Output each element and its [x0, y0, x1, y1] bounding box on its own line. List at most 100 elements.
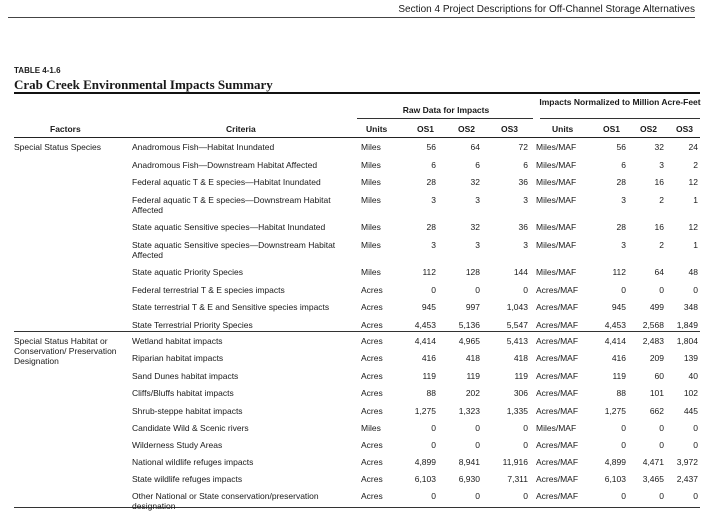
cell-os2: 997 [465, 302, 480, 312]
cell-norm-os1: 4,453 [604, 320, 626, 330]
factor-label: Special Status Species [14, 142, 101, 152]
cell-os2: 3 [475, 240, 480, 250]
cell-norm-os2: 3,465 [642, 474, 664, 484]
cell-os2: 5,136 [458, 320, 480, 330]
cell-os3: 72 [518, 142, 528, 152]
cell-norm-os2: 2,483 [642, 336, 664, 346]
cell-os2: 128 [465, 267, 480, 277]
cell-criteria: Cliffs/Bluffs habitat impacts [132, 388, 234, 398]
cell-norm-os1: 28 [616, 177, 626, 187]
cell-norm-os2: 662 [649, 406, 664, 416]
cell-norm-os2: 2 [659, 195, 664, 205]
cell-norm-os2: 4,471 [642, 457, 664, 467]
group-header-normalized: Impacts Normalized to Million Acre-Feet [539, 97, 701, 107]
cell-norm-os2: 3 [659, 160, 664, 170]
col-header-norm-os3: OS3 [676, 124, 694, 134]
cell-norm-os2: 209 [649, 353, 664, 363]
cell-os1: 0 [431, 440, 436, 450]
cell-norm-os3: 0 [693, 440, 698, 450]
cell-norm-units: Acres/MAF [536, 285, 579, 295]
cell-norm-os3: 2,437 [676, 474, 698, 484]
cell-norm-units: Acres/MAF [536, 474, 579, 484]
cell-os3: 11,916 [502, 457, 528, 467]
cell-norm-os3: 3,972 [676, 457, 698, 467]
cell-os3: 306 [513, 388, 528, 398]
col-header-factors: Factors [50, 124, 81, 134]
cell-os1: 28 [426, 177, 436, 187]
cell-os3: 0 [523, 491, 528, 501]
cell-os1: 56 [426, 142, 436, 152]
factor-label: Special Status Habitat or Conservation/ … [14, 336, 117, 366]
cell-units: Acres [361, 336, 383, 346]
cell-norm-units: Acres/MAF [536, 406, 579, 416]
cell-units: Acres [361, 474, 383, 484]
cell-norm-units: Miles/MAF [536, 267, 577, 277]
cell-units: Acres [361, 302, 383, 312]
cell-criteria: State wildlife refuges impacts [132, 474, 243, 484]
cell-units: Miles [361, 222, 381, 232]
cell-os3: 144 [513, 267, 528, 277]
cell-units: Miles [361, 177, 381, 187]
cell-os3: 3 [523, 195, 528, 205]
cell-os1: 112 [422, 267, 436, 277]
cell-norm-os3: 1 [693, 195, 698, 205]
cell-os1: 6 [431, 160, 436, 170]
cell-criteria: State aquatic Priority Species [132, 267, 244, 277]
title-rule [14, 92, 700, 94]
cell-norm-os2: 0 [659, 440, 664, 450]
cell-units: Acres [361, 388, 383, 398]
cell-os1: 88 [426, 388, 436, 398]
cell-norm-os2: 16 [654, 222, 664, 232]
cell-norm-os3: 348 [683, 302, 698, 312]
cell-os2: 64 [470, 142, 480, 152]
cell-norm-os3: 445 [683, 406, 698, 416]
cell-os1: 4,414 [414, 336, 436, 346]
cell-norm-os3: 139 [683, 353, 698, 363]
cell-criteria: Riparian habitat impacts [132, 353, 224, 363]
cell-norm-os1: 3 [621, 240, 626, 250]
cell-os2: 418 [465, 353, 480, 363]
cell-norm-os3: 0 [693, 491, 698, 501]
table-number: TABLE 4-1.6 [14, 66, 61, 75]
cell-norm-os1: 1,275 [604, 406, 626, 416]
cell-norm-os3: 12 [688, 222, 698, 232]
cell-os2: 8,941 [458, 457, 480, 467]
cell-units: Acres [361, 320, 383, 330]
cell-criteria: Other National or State conservation/pre… [132, 491, 319, 511]
cell-norm-os1: 88 [616, 388, 626, 398]
cell-norm-os1: 6,103 [604, 474, 626, 484]
cell-norm-os2: 2,568 [642, 320, 664, 330]
cell-norm-os1: 3 [621, 195, 626, 205]
cell-norm-os3: 2 [693, 160, 698, 170]
cell-units: Miles [361, 160, 381, 170]
cell-norm-units: Miles/MAF [536, 177, 577, 187]
cell-norm-units: Acres/MAF [536, 457, 579, 467]
cell-os3: 1,043 [506, 302, 528, 312]
cell-norm-os1: 0 [621, 285, 626, 295]
cell-norm-os3: 40 [688, 371, 698, 381]
cell-os3: 5,413 [506, 336, 528, 346]
cell-norm-os2: 0 [659, 423, 664, 433]
cell-norm-units: Miles/MAF [536, 195, 577, 205]
col-header-os3: OS3 [501, 124, 519, 134]
cell-norm-os3: 1,849 [676, 320, 698, 330]
cell-criteria: Candidate Wild & Scenic rivers [132, 423, 249, 433]
cell-units: Acres [361, 285, 383, 295]
cell-os1: 3 [431, 240, 436, 250]
cell-units: Miles [361, 142, 381, 152]
cell-os1: 3 [431, 195, 436, 205]
cell-norm-units: Miles/MAF [536, 142, 577, 152]
cell-os3: 1,335 [506, 406, 528, 416]
cell-os1: 0 [431, 423, 436, 433]
cell-criteria: Shrub-steppe habitat impacts [132, 406, 243, 416]
cell-norm-os1: 0 [621, 491, 626, 501]
cell-os3: 5,547 [506, 320, 528, 330]
cell-criteria: National wildlife refuges impacts [132, 457, 254, 467]
cell-norm-units: Acres/MAF [536, 302, 579, 312]
group-header-raw: Raw Data for Impacts [402, 105, 490, 115]
cell-norm-os1: 112 [612, 267, 626, 277]
cell-os1: 4,453 [414, 320, 436, 330]
cell-os3: 119 [514, 371, 528, 381]
cell-units: Acres [361, 457, 383, 467]
cell-norm-os2: 101 [649, 388, 664, 398]
